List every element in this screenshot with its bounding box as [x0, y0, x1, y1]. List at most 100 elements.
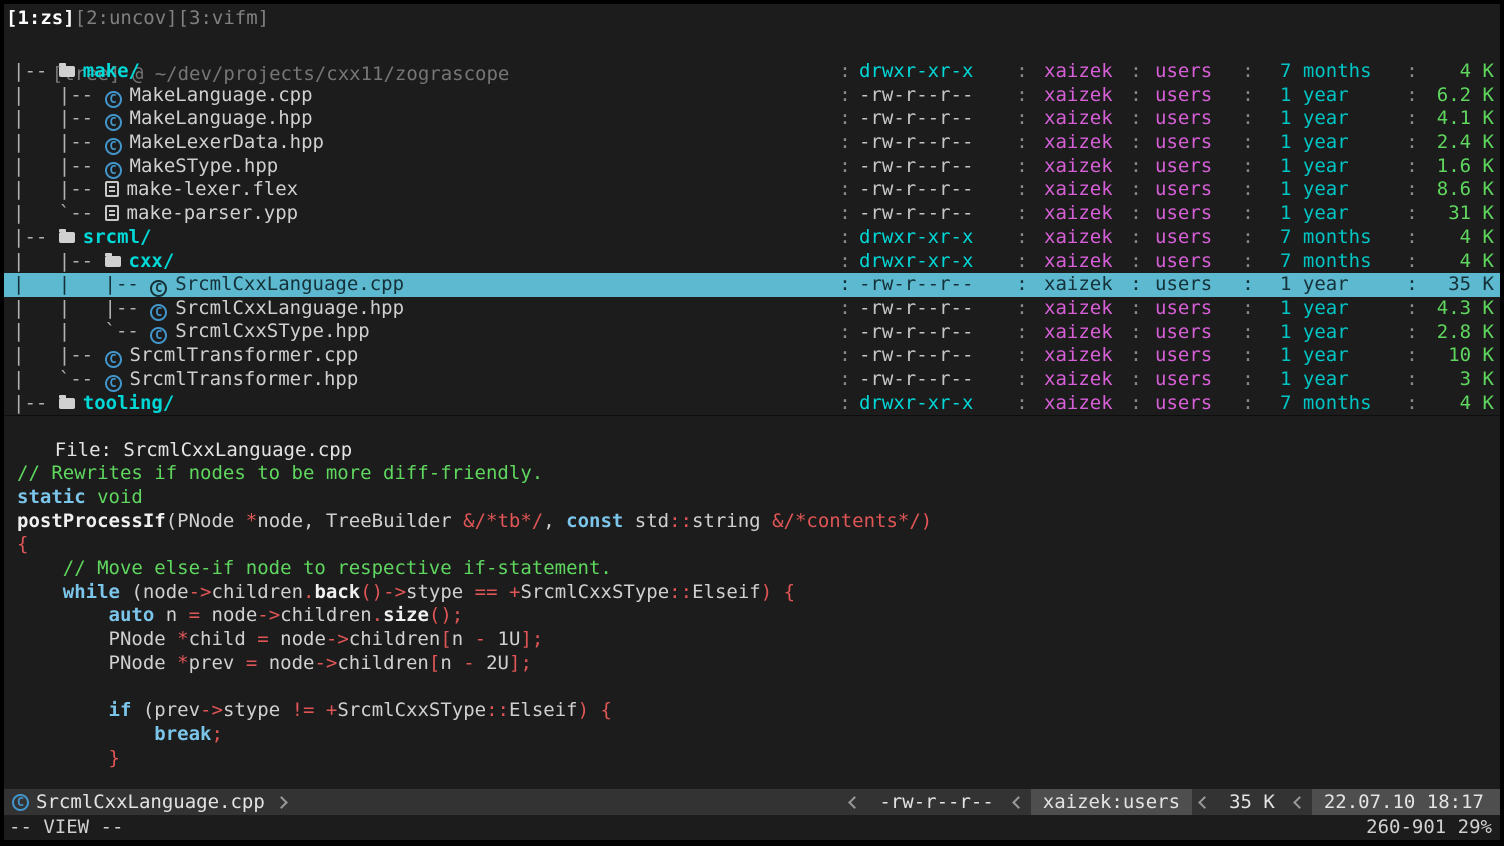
file-group: users — [1144, 107, 1240, 131]
folder-icon — [59, 398, 75, 409]
code-line: break; — [17, 723, 1500, 747]
file-group: users — [1144, 226, 1240, 250]
column-separator: : — [1128, 60, 1144, 84]
cpp-icon: C — [105, 138, 122, 155]
file-row-make-lexer-flex[interactable]: | |-- make-lexer.flex:-rw-r--r--:xaizek:… — [4, 178, 1500, 202]
file-row-make[interactable]: |-- make/:drwxr-xr-x:xaizek:users:7 mont… — [4, 60, 1500, 84]
cpp-icon: C — [150, 304, 167, 321]
file-name: SrcmlTransformer.hpp — [130, 368, 359, 390]
tmux-window[interactable]: [1:zs] — [6, 7, 75, 29]
file-row-cxx[interactable]: | |-- cxx/:drwxr-xr-x:xaizek:users:7 mon… — [4, 250, 1500, 274]
file-row-SrcmlCxxLanguage-cpp[interactable]: | | |-- CSrcmlCxxLanguage.cpp:-rw-r--r--… — [4, 273, 1500, 297]
tmux-window[interactable]: [2:uncov] — [75, 7, 178, 29]
file-size: 4 K — [1420, 392, 1500, 416]
column-separator: : — [837, 131, 853, 155]
column-separator: : — [837, 60, 853, 84]
file-group: users — [1144, 60, 1240, 84]
column-separator: : — [1014, 60, 1030, 84]
code-line: // Move else-if node to respective if-st… — [17, 557, 1500, 581]
code-line: while (node->children.back()->stype == +… — [17, 581, 1500, 605]
file-row-srcml[interactable]: |-- srcml/:drwxr-xr-x:xaizek:users:7 mon… — [4, 226, 1500, 250]
column-separator: : — [1240, 178, 1256, 202]
column-separator: : — [837, 344, 853, 368]
file-group: users — [1144, 368, 1240, 392]
file-row-tooling[interactable]: |-- tooling/:drwxr-xr-x:xaizek:users:7 m… — [4, 392, 1500, 416]
code-line: PNode *prev = node->children[n - 2U]; — [17, 652, 1500, 676]
tree-prefix: | | |-- — [13, 297, 150, 319]
tree-prefix: | |-- — [13, 155, 105, 177]
file-size: 6.2 K — [1420, 84, 1500, 108]
file-group: users — [1144, 84, 1240, 108]
file-name-cell: | | |-- CSrcmlCxxLanguage.hpp — [4, 297, 837, 321]
file-row-MakeLanguage-cpp[interactable]: | |-- CMakeLanguage.cpp:-rw-r--r--:xaize… — [4, 84, 1500, 108]
column-separator: : — [1240, 297, 1256, 321]
column-separator: : — [1128, 368, 1144, 392]
file-name: SrcmlCxxSType.hpp — [175, 320, 369, 342]
file-row-MakeLanguage-hpp[interactable]: | |-- CMakeLanguage.hpp:-rw-r--r--:xaize… — [4, 107, 1500, 131]
file-group: users — [1144, 155, 1240, 179]
tree-prefix: | |-- — [13, 84, 105, 106]
file-group: users — [1144, 297, 1240, 321]
code-line: static void — [17, 486, 1500, 510]
column-separator: : — [1014, 107, 1030, 131]
column-separator: : — [1128, 202, 1144, 226]
file-row-SrcmlTransformer-hpp[interactable]: | `-- CSrcmlTransformer.hpp:-rw-r--r--:x… — [4, 368, 1500, 392]
file-size: 4 K — [1420, 250, 1500, 274]
column-separator: : — [837, 297, 853, 321]
file-name: MakeLanguage.hpp — [130, 107, 313, 129]
chevron-left-icon — [849, 796, 862, 809]
tree-prefix: | |-- — [13, 107, 105, 129]
statusline-mtime: 22.07.10 18:17 — [1312, 789, 1500, 815]
tmux-window[interactable]: [3:vifm] — [178, 7, 270, 29]
file-row-SrcmlCxxSType-hpp[interactable]: | | `-- CSrcmlCxxSType.hpp:-rw-r--r--:xa… — [4, 321, 1500, 345]
column-separator: : — [1128, 250, 1144, 274]
column-separator: : — [837, 368, 853, 392]
file-row-SrcmlTransformer-cpp[interactable]: | |-- CSrcmlTransformer.cpp:-rw-r--r--:x… — [4, 344, 1500, 368]
file-row-MakeLexerData-hpp[interactable]: | |-- CMakeLexerData.hpp:-rw-r--r--:xaiz… — [4, 131, 1500, 155]
column-separator: : — [1404, 202, 1420, 226]
file-name: cxx/ — [129, 250, 175, 272]
column-separator: : — [1128, 321, 1144, 345]
column-separator: : — [1128, 84, 1144, 108]
code-preview-pane[interactable]: // Rewrites if nodes to be more diff-fri… — [4, 439, 1500, 789]
file-name: make-lexer.flex — [127, 178, 299, 200]
file-name-cell: | |-- make-lexer.flex — [4, 178, 837, 202]
file-row-SrcmlCxxLanguage-hpp[interactable]: | | |-- CSrcmlCxxLanguage.hpp:-rw-r--r--… — [4, 297, 1500, 321]
cpp-icon: C — [105, 162, 122, 179]
terminal-screen: [1:zs][2:uncov][3:vifm] [tree] @ ~/dev/p… — [4, 4, 1500, 840]
file-owner: xaizek — [1030, 344, 1128, 368]
column-separator: : — [1128, 273, 1144, 297]
file-row-make-parser-ypp[interactable]: | `-- make-parser.ypp:-rw-r--r--:xaizek:… — [4, 202, 1500, 226]
column-separator: : — [1404, 321, 1420, 345]
column-separator: : — [837, 107, 853, 131]
column-separator: : — [1404, 226, 1420, 250]
file-size: 4.1 K — [1420, 107, 1500, 131]
file-perms: -rw-r--r-- — [853, 178, 1014, 202]
column-separator: : — [1240, 84, 1256, 108]
column-separator: : — [1240, 155, 1256, 179]
file-age: 7 months — [1256, 250, 1404, 274]
cpp-icon: C — [150, 280, 167, 297]
file-name-cell: |-- srcml/ — [4, 226, 837, 250]
file-perms: -rw-r--r-- — [853, 131, 1014, 155]
file-name: SrcmlTransformer.cpp — [130, 344, 359, 366]
column-separator: : — [1404, 131, 1420, 155]
file-age: 1 year — [1256, 84, 1404, 108]
column-separator: : — [1014, 226, 1030, 250]
file-name-cell: | | `-- CSrcmlCxxSType.hpp — [4, 320, 837, 344]
file-name: MakeSType.hpp — [130, 155, 279, 177]
file-tree-list: |-- make/:drwxr-xr-x:xaizek:users:7 mont… — [4, 60, 1500, 415]
file-age: 1 year — [1256, 155, 1404, 179]
column-separator: : — [1128, 297, 1144, 321]
code-line: postProcessIf(PNode *node, TreeBuilder &… — [17, 510, 1500, 534]
file-age: 1 year — [1256, 273, 1404, 297]
file-perms: -rw-r--r-- — [853, 107, 1014, 131]
file-age: 1 year — [1256, 178, 1404, 202]
file-name-cell: | |-- cxx/ — [4, 250, 837, 274]
file-row-MakeSType-hpp[interactable]: | |-- CMakeSType.hpp:-rw-r--r--:xaizek:u… — [4, 155, 1500, 179]
file-size: 1.6 K — [1420, 155, 1500, 179]
column-separator: : — [1014, 131, 1030, 155]
file-age: 1 year — [1256, 107, 1404, 131]
column-separator: : — [1014, 178, 1030, 202]
column-separator: : — [837, 202, 853, 226]
